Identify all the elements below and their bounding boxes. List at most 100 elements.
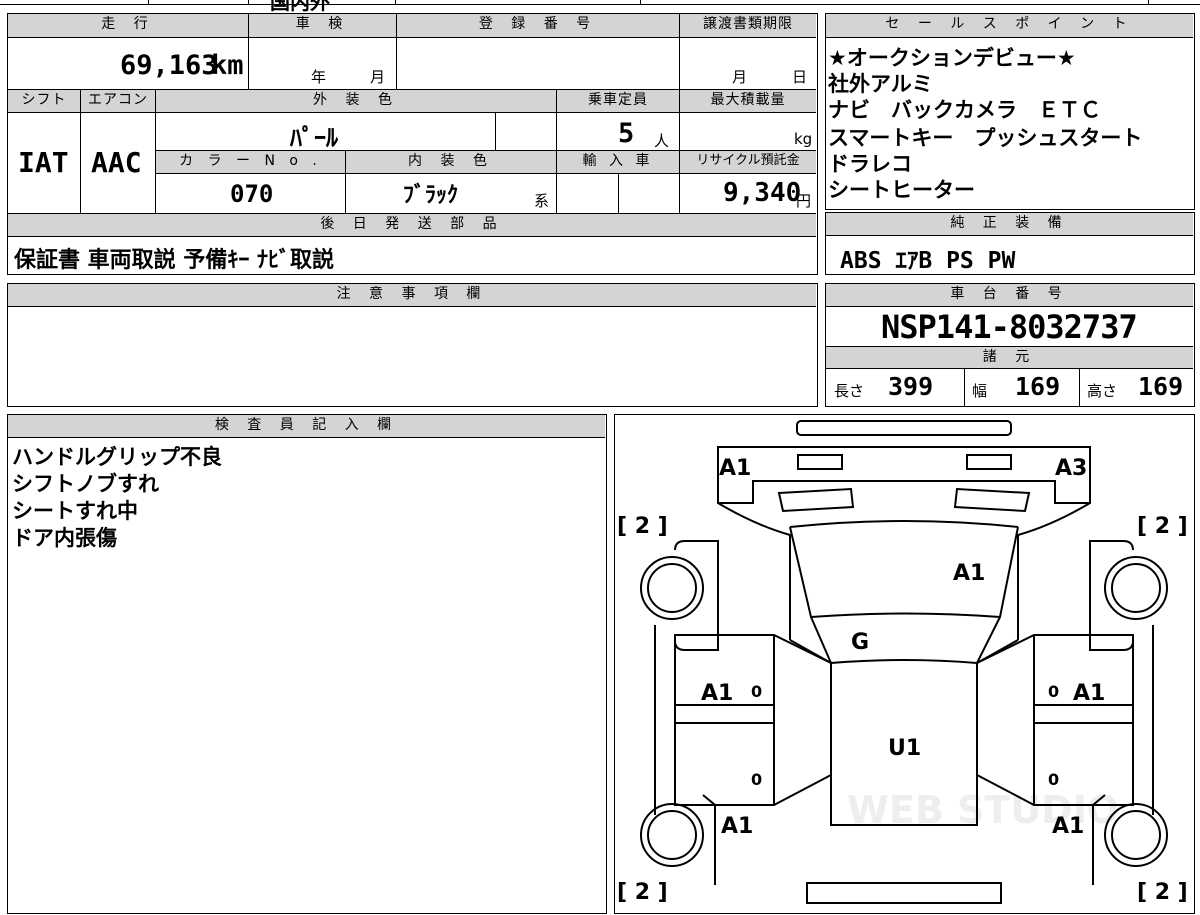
left-hood-edge xyxy=(717,502,791,640)
mark-windshield: G xyxy=(851,630,869,655)
row-line xyxy=(8,37,816,38)
right-rear-tire xyxy=(1104,803,1168,867)
sales-point-line: スマートキー プッシュスタート xyxy=(828,126,1143,150)
capacity-value: 5 xyxy=(618,118,635,149)
tire-label-front-left: [ 2 ] xyxy=(617,514,668,539)
mark-roof: U1 xyxy=(888,736,921,761)
later-shipping-items: 保証書 車両取説 予備ｷｰ ﾅﾋﾞ取説 xyxy=(14,248,334,273)
spec-width-label: 幅 xyxy=(972,382,988,400)
door-zero-marker: 0 xyxy=(751,770,762,789)
aircon-header: エアコン xyxy=(81,90,155,112)
car-diagram: WEB STUDIO A1 A3 A1 G U1 A1 A1 A1 A1 0 0… xyxy=(617,420,1188,905)
color-no-header: カ ラ ー N o . xyxy=(156,151,345,173)
mileage-unit: km xyxy=(211,50,244,81)
left-front-tire xyxy=(640,556,704,620)
sales-points-box: セ ー ル ス ポ イ ン ト ★オークションデビュー★ 社外アルミ ナビ バッ… xyxy=(825,13,1195,210)
col-line xyxy=(80,89,81,213)
later-shipping-header: 後 日 発 送 部 品 xyxy=(8,214,816,236)
color-no-value: 070 xyxy=(230,180,274,208)
right-hood-edge xyxy=(1017,502,1091,640)
inspector-notes-box: 検 査 員 記 入 欄 ハンドルグリップ不良 シフトノブすれ シートすれ中 ドア… xyxy=(7,414,607,914)
door-zero-marker: 0 xyxy=(751,682,762,701)
row-line xyxy=(826,37,1193,38)
mark-left-rear: A1 xyxy=(721,814,753,839)
front-bumper xyxy=(796,420,1012,436)
left-rear-tire xyxy=(640,803,704,867)
row-line xyxy=(826,306,1193,307)
row-line xyxy=(8,112,816,113)
mark-right-front-door: A1 xyxy=(1073,681,1105,706)
inspector-note-line: シートすれ中 xyxy=(12,499,138,523)
specs-header: 諸 元 xyxy=(826,347,1193,368)
left-rear-wheel xyxy=(647,810,697,860)
standard-equipment-header: 純 正 装 備 xyxy=(826,213,1193,235)
transfer-month-label: 月 xyxy=(732,68,748,86)
sales-point-line: ★オークションデビュー★ xyxy=(828,46,1076,70)
col-line xyxy=(345,150,346,213)
import-car-header: 輸 入 車 xyxy=(557,151,679,173)
right-front-wheel xyxy=(1111,563,1161,613)
right-headlight xyxy=(966,454,1012,470)
tire-label-front-right: [ 2 ] xyxy=(1137,514,1188,539)
transfer-day-label: 日 xyxy=(792,68,808,86)
capacity-header: 乗車定員 xyxy=(557,90,679,112)
tire-label-rear-left: [ 2 ] xyxy=(617,880,668,905)
col-line xyxy=(396,14,397,89)
door-zero-marker: 0 xyxy=(1048,770,1059,789)
sales-point-line: ナビ バックカメラ ＥＴＣ xyxy=(828,98,1101,122)
left-front-fender xyxy=(674,540,719,651)
col-line xyxy=(679,14,680,89)
shaken-month-label: 月 xyxy=(370,68,386,86)
row-line xyxy=(8,236,816,237)
col-line xyxy=(495,112,496,150)
max-load-header: 最大積載量 xyxy=(680,90,816,112)
exterior-color-value: ﾊﾟｰﾙ xyxy=(290,124,338,152)
left-wiper-panel xyxy=(777,487,855,513)
row-line xyxy=(826,368,1193,369)
inspector-note-line: ハンドルグリップ不良 xyxy=(12,445,222,469)
standard-equipment-box: 純 正 装 備 ABS ｴｱB PS PW xyxy=(825,212,1195,275)
row-line xyxy=(826,235,1193,236)
notes-box: 注 意 事 項 欄 xyxy=(7,283,818,407)
sales-points-header: セ ー ル ス ポ イ ン ト xyxy=(826,14,1193,37)
shaken-header: 車 検 xyxy=(249,14,396,37)
aircon-value: AAC xyxy=(91,146,142,179)
top-divider xyxy=(248,0,249,5)
row-line xyxy=(155,173,816,174)
mileage-header: 走 行 xyxy=(8,14,248,37)
spec-width-value: 169 xyxy=(1015,372,1061,401)
mark-front-left: A1 xyxy=(719,456,751,481)
front-panel xyxy=(717,446,1091,504)
capacity-unit: 人 xyxy=(654,132,670,150)
car-diagram-box: WEB STUDIO A1 A3 A1 G U1 A1 A1 A1 A1 0 0… xyxy=(614,414,1195,914)
top-divider xyxy=(395,0,396,5)
col-line xyxy=(964,368,965,406)
chassis-number-header: 車 台 番 号 xyxy=(826,284,1193,306)
top-divider xyxy=(640,0,641,5)
recycle-fee-header: リサイクル預託金 xyxy=(680,151,816,173)
mark-left-front-door: A1 xyxy=(701,681,733,706)
shift-value: IAT xyxy=(18,146,69,179)
vehicle-info-table: 走 行 車 検 登 録 番 号 譲渡書類期限 69,163 km 年 月 月 日… xyxy=(7,13,818,275)
inspector-note-line: シフトノブすれ xyxy=(12,472,159,496)
col-line xyxy=(1079,368,1080,406)
registration-header: 登 録 番 号 xyxy=(397,14,679,37)
left-headlight xyxy=(797,454,843,470)
left-front-wheel xyxy=(647,563,697,613)
left-door-edge xyxy=(773,634,832,664)
top-divider xyxy=(148,0,149,5)
shift-header: シフト xyxy=(8,90,80,112)
sales-point-line: シートヒーター xyxy=(828,178,975,202)
exterior-color-header: 外 装 色 xyxy=(156,90,556,112)
standard-equipment-value: ABS ｴｱB PS PW xyxy=(840,248,1016,274)
sales-point-line: 社外アルミ xyxy=(828,72,933,96)
hood-top-edge xyxy=(789,520,1019,528)
spec-length-label: 長さ xyxy=(834,382,865,400)
top-edge-line xyxy=(0,4,1200,5)
interior-color-suffix: 系 xyxy=(534,192,550,210)
right-rear-wheel xyxy=(1111,810,1161,860)
tire-label-rear-right: [ 2 ] xyxy=(1137,880,1188,905)
transfer-deadline-header: 譲渡書類期限 xyxy=(680,14,816,37)
col-line xyxy=(618,173,619,213)
row-line xyxy=(8,437,605,438)
